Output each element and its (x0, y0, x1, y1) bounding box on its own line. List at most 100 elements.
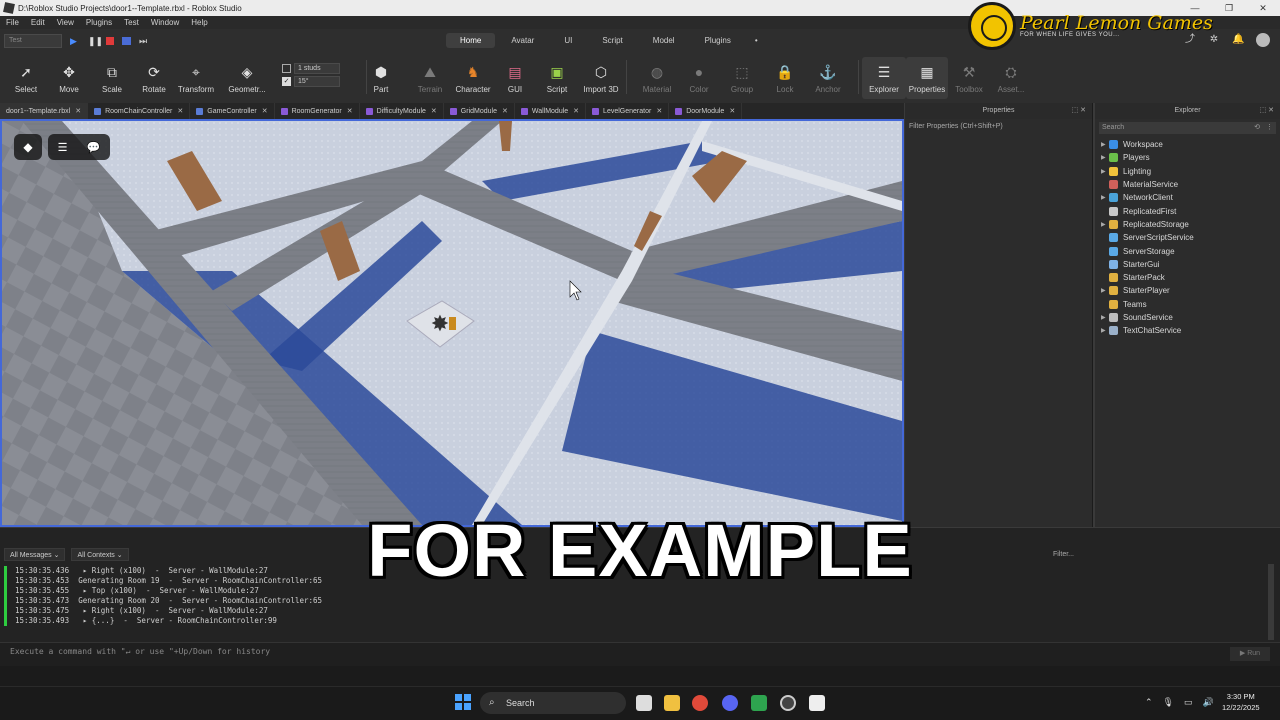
explorer-item-workspace[interactable]: ▶ Workspace (1095, 138, 1280, 151)
explorer-item-serverscriptservice[interactable]: ServerScriptService (1095, 231, 1280, 244)
menu-view[interactable]: View (57, 18, 74, 27)
rotate-increment-field[interactable]: 15° (294, 76, 340, 87)
tab-avatar[interactable]: Avatar (497, 33, 548, 48)
close-tab-icon[interactable]: ✕ (656, 107, 662, 115)
anchor-button[interactable]: ⚓ Anchor (803, 63, 853, 94)
explorer-item-starterplayer[interactable]: ▶ StarterPlayer (1095, 284, 1280, 297)
properties-toggle-button[interactable]: ▦ Properties (906, 57, 948, 99)
pause-icon[interactable]: ❚❚ (88, 36, 103, 46)
explorer-item-lighting[interactable]: ▶ Lighting (1095, 165, 1280, 178)
spreadsheet-icon[interactable] (751, 695, 767, 711)
command-input[interactable]: Execute a command with "↵ or use "+Up/Do… (10, 647, 270, 656)
close-tab-icon[interactable]: ✕ (729, 107, 735, 115)
roblox-studio-taskbar-icon[interactable] (809, 695, 825, 711)
taskbar-search[interactable]: ⌕ Search (480, 692, 626, 714)
history-icon[interactable]: ⟲ (1254, 122, 1260, 134)
script-button[interactable]: ▣ Script (532, 63, 582, 94)
tab-model[interactable]: Model (639, 33, 689, 48)
chevron-right-icon[interactable]: ▶ (1101, 141, 1109, 148)
step-icon[interactable]: ⏭ (139, 36, 149, 46)
chat-icon[interactable]: 💬 (87, 141, 101, 154)
panel-controls-icon[interactable]: ⬚ ✕ (1260, 103, 1274, 119)
obs-icon[interactable] (780, 695, 796, 711)
display-icon[interactable]: ▭ (1184, 697, 1193, 708)
properties-filter-input[interactable]: Filter Properties (Ctrl+Shift+P) (909, 120, 1088, 133)
explorer-item-replicatedfirst[interactable]: ReplicatedFirst (1095, 204, 1280, 217)
menu-window[interactable]: Window (151, 18, 179, 27)
explorer-item-serverstorage[interactable]: ServerStorage (1095, 244, 1280, 257)
explorer-item-materialservice[interactable]: MaterialService (1095, 178, 1280, 191)
hamburger-menu-icon[interactable]: ☰ (58, 141, 68, 154)
doc-tab-script[interactable]: DoorModule ✕ (669, 103, 743, 119)
doc-tab-script[interactable]: RoomChainController ✕ (88, 103, 191, 119)
menu-file[interactable]: File (6, 18, 19, 27)
chevron-up-icon[interactable]: ⌃ (1145, 697, 1153, 708)
doc-tab-script[interactable]: GridModule ✕ (444, 103, 515, 119)
geometry-tool-button[interactable]: ◈ Geometr... (222, 63, 272, 94)
explorer-search-input[interactable]: Search ⟲ ⋮ (1099, 122, 1276, 134)
part-button[interactable]: ⬢ Part (356, 63, 406, 94)
roblox-logo-icon[interactable]: ◆ (14, 134, 42, 160)
discord-icon[interactable] (722, 695, 738, 711)
menu-help[interactable]: Help (191, 18, 207, 27)
explorer-item-replicatedstorage[interactable]: ▶ ReplicatedStorage (1095, 218, 1280, 231)
chevron-right-icon[interactable]: ▶ (1101, 287, 1109, 294)
chevron-right-icon[interactable]: ▶ (1101, 314, 1109, 321)
close-window-button[interactable]: ✕ (1246, 0, 1280, 16)
doc-tab-script[interactable]: WallModule ✕ (515, 103, 587, 119)
doc-tab-script[interactable]: GameController ✕ (190, 103, 275, 119)
close-tab-icon[interactable]: ✕ (177, 107, 183, 115)
chrome-icon[interactable] (692, 695, 708, 711)
taskbar-clock[interactable]: 3:30 PM 12/22/2025 (1222, 691, 1260, 713)
doc-tab-script[interactable]: RoomGenerator ✕ (275, 103, 360, 119)
user-avatar[interactable] (1256, 33, 1270, 47)
3d-viewport[interactable]: ✸ (0, 119, 904, 527)
stop-icon[interactable] (106, 37, 114, 45)
maximize-button[interactable]: ❐ (1212, 0, 1246, 16)
doc-tab-script[interactable]: LevelGenerator ✕ (586, 103, 670, 119)
task-view-icon[interactable] (636, 695, 652, 711)
file-explorer-icon[interactable] (664, 695, 680, 711)
tab-plugins[interactable]: Plugins (691, 33, 745, 48)
notifications-bell-icon[interactable]: 🔔 (1232, 34, 1244, 46)
studs-increment-field[interactable]: 1 studs (294, 63, 340, 74)
explorer-item-startergui[interactable]: StarterGui (1095, 258, 1280, 271)
speaker-icon[interactable]: 🔊 (1203, 697, 1214, 708)
explorer-item-soundservice[interactable]: ▶ SoundService (1095, 311, 1280, 324)
close-tab-icon[interactable]: ✕ (262, 107, 268, 115)
transform-tool-button[interactable]: ⌖ Transform (171, 63, 221, 94)
toolbox-button[interactable]: ⚒ Toolbox (946, 63, 992, 94)
explorer-toggle-button[interactable]: ☰ Explorer (862, 57, 906, 99)
chevron-right-icon[interactable]: ▶ (1101, 168, 1109, 175)
viewport-menu-group[interactable]: ☰ 💬 (48, 134, 110, 160)
explorer-item-players[interactable]: ▶ Players (1095, 151, 1280, 164)
tab-home[interactable]: Home (446, 33, 496, 48)
import3d-button[interactable]: ⬡ Import 3D (576, 63, 626, 94)
tab-ui[interactable]: UI (550, 33, 586, 48)
windows-start-icon[interactable] (455, 694, 471, 710)
close-tab-icon[interactable]: ✕ (573, 107, 579, 115)
menu-plugins[interactable]: Plugins (86, 18, 112, 27)
chevron-right-icon[interactable]: ▶ (1101, 327, 1109, 334)
explorer-item-textchatservice[interactable]: ▶ TextChatService (1095, 324, 1280, 337)
tab-more[interactable]: • (747, 33, 766, 48)
doc-tab-place[interactable]: door1--Template.rbxl ✕ (0, 103, 89, 119)
run-command-button[interactable]: ▶ Run (1230, 647, 1270, 661)
play-icon[interactable]: ▶ (70, 36, 80, 46)
asset-manager-button[interactable]: ⛭ Asset... (988, 63, 1034, 94)
explorer-item-networkclient[interactable]: ▶ NetworkClient (1095, 191, 1280, 204)
close-tab-icon[interactable]: ✕ (502, 107, 508, 115)
explorer-item-starterpack[interactable]: StarterPack (1095, 271, 1280, 284)
rotate-snap-checkbox[interactable]: ✓ (282, 77, 291, 86)
move-snap-checkbox[interactable] (282, 64, 291, 73)
play-mode-select[interactable]: Test (4, 34, 62, 48)
microphone-icon[interactable]: 🎙 (1163, 697, 1174, 708)
chevron-right-icon[interactable]: ▶ (1101, 221, 1109, 228)
close-tab-icon[interactable]: ✕ (75, 107, 81, 115)
panel-controls-icon[interactable]: ⬚ ✕ (1072, 103, 1086, 119)
tab-script[interactable]: Script (588, 33, 636, 48)
menu-test[interactable]: Test (124, 18, 139, 27)
close-tab-icon[interactable]: ✕ (431, 107, 437, 115)
explorer-item-teams[interactable]: Teams (1095, 298, 1280, 311)
client-server-icon[interactable] (122, 37, 131, 45)
